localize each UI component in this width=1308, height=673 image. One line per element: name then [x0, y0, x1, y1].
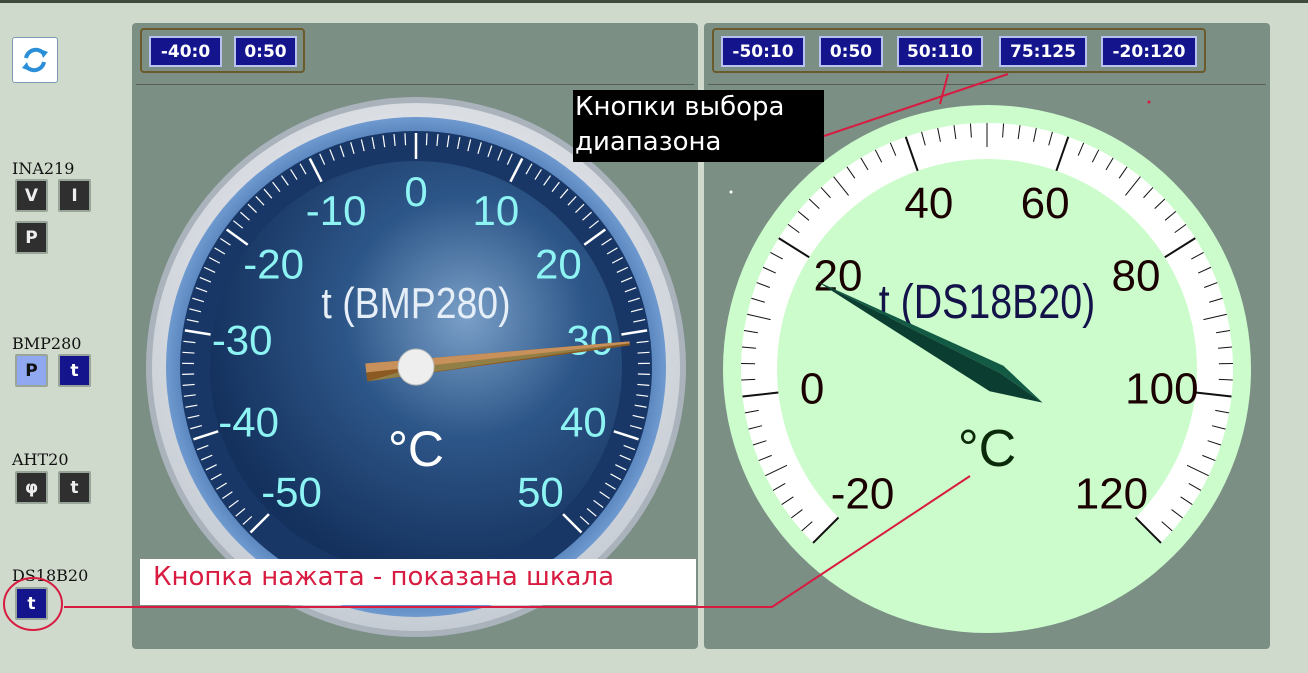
range-button-ds-3[interactable]: 50:110 — [897, 36, 983, 67]
panel-divider — [708, 84, 1266, 85]
scale-label: -20 — [831, 469, 895, 518]
needle-hub — [397, 348, 435, 386]
range-button-bmp-2[interactable]: 0:50 — [234, 36, 297, 67]
top-border — [0, 0, 1308, 3]
panel-divider — [136, 84, 694, 85]
gauge-unit: °C — [958, 420, 1016, 478]
minor-tick — [182, 351, 195, 354]
group-label-bmp280: BMP280 — [12, 334, 82, 353]
scale-label: 0 — [404, 168, 427, 215]
scale-label: 10 — [473, 187, 520, 234]
scale-label: -20 — [243, 241, 304, 288]
bmp280-pressure-button[interactable]: P — [15, 354, 48, 387]
range-button-ds-5[interactable]: -20:120 — [1101, 36, 1197, 67]
range-button-ds-4[interactable]: 75:125 — [999, 36, 1087, 67]
scale-label: -30 — [212, 316, 273, 363]
aht20-temperature-button[interactable]: t — [58, 471, 91, 504]
ina219-current-button[interactable]: I — [58, 179, 91, 212]
gauge-title: t (DS18B20) — [879, 275, 1095, 329]
refresh-icon — [22, 47, 48, 73]
ds18b20-temperature-button[interactable]: t — [15, 587, 48, 620]
minor-tick — [425, 133, 428, 146]
scale-label: 60 — [1021, 179, 1070, 228]
scale-label: 50 — [517, 468, 564, 515]
scale-label: -50 — [261, 468, 322, 515]
range-button-bmp-1[interactable]: -40:0 — [149, 36, 222, 67]
ds18b20-temperature-gauge: -20 0 20 40 60 80 100 120 t (DS18B20) °C — [723, 105, 1251, 633]
scale-label: 40 — [904, 179, 953, 228]
callout-line: Кнопки выбора — [575, 92, 785, 122]
callout-line: диапазона — [575, 127, 722, 157]
scale-label: 40 — [560, 398, 607, 445]
scale-label: 20 — [535, 241, 582, 288]
scale-label: 0 — [800, 365, 824, 414]
range-button-ds-2[interactable]: 0:50 — [819, 36, 883, 67]
refresh-button[interactable] — [12, 37, 58, 83]
ina219-power-button[interactable]: P — [15, 221, 48, 254]
scale-label: 120 — [1075, 469, 1148, 518]
group-label-ds18b20: DS18B20 — [12, 566, 89, 585]
range-button-ds-1[interactable]: -50:10 — [721, 36, 805, 67]
aht20-humidity-button[interactable]: φ — [15, 471, 48, 504]
scale-label: -10 — [306, 187, 367, 234]
scale-label: 30 — [566, 316, 613, 363]
range-buttons-callout: Кнопки выбора диапазона — [573, 90, 824, 162]
bmp280-range-group: -40:0 0:50 — [140, 28, 305, 73]
scale-label: -40 — [218, 398, 279, 445]
scale-label: 80 — [1112, 251, 1161, 300]
pressed-button-callout: Кнопка нажата - показана шкала — [140, 559, 696, 605]
minor-tick — [404, 133, 407, 146]
minor-tick — [1218, 378, 1233, 381]
minor-tick — [741, 378, 756, 381]
ina219-voltage-button[interactable]: V — [15, 179, 48, 212]
gauge-unit: °C — [388, 421, 444, 477]
bmp280-temperature-gauge: -50 -40 -30 -20 -10 0 10 20 30 40 50 t (… — [146, 97, 686, 637]
group-label-ina219: INA219 — [12, 159, 75, 178]
minor-tick — [637, 351, 650, 354]
bmp280-temperature-button[interactable]: t — [58, 354, 91, 387]
scale-label: 100 — [1125, 365, 1198, 414]
ds18b20-range-group: -50:10 0:50 50:110 75:125 -20:120 — [712, 28, 1206, 73]
gauge-title: t (BMP280) — [321, 278, 510, 328]
group-label-aht20: AHT20 — [12, 450, 69, 469]
